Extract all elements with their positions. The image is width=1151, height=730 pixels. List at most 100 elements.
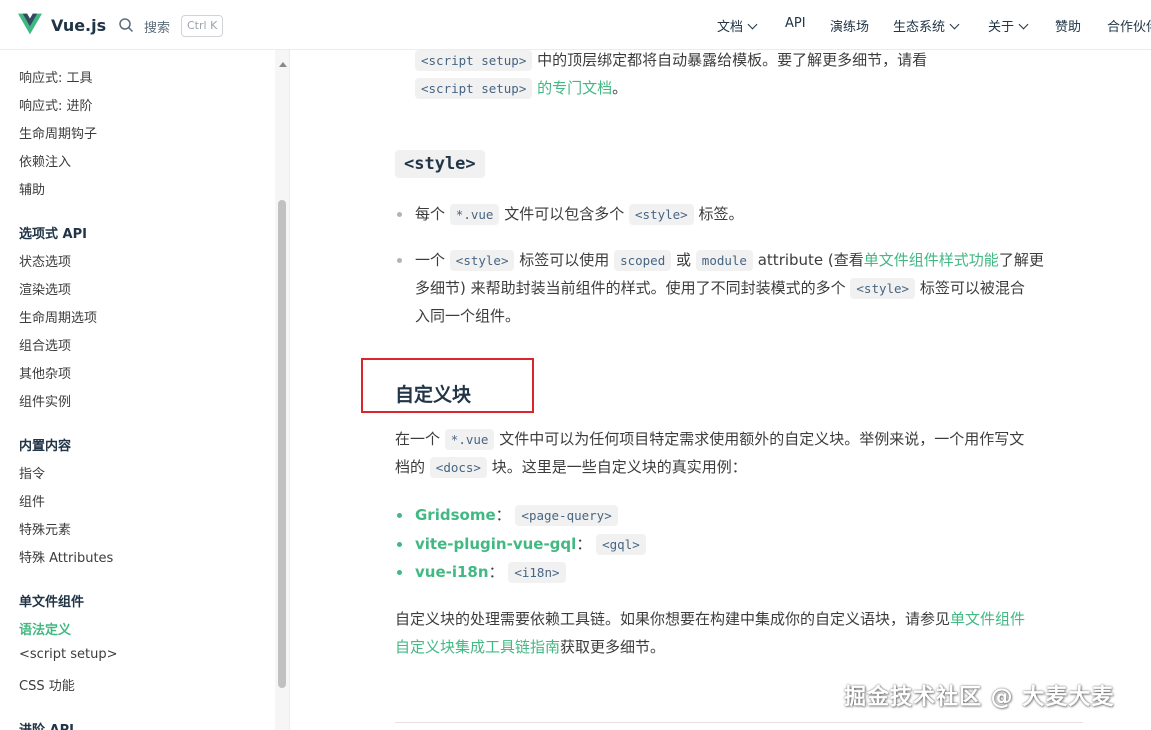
inline-code: <script setup>	[415, 50, 533, 71]
style-bullet-1: 每个 *.vue 文件可以包含多个 <style> 标签。	[415, 200, 744, 229]
top-nav: Vue.js 搜索 Ctrl K 文档 API 演练场 生态系统 关于 赞助 合…	[0, 0, 1151, 50]
divider	[395, 722, 1083, 723]
chevron-down-icon	[1018, 19, 1029, 30]
inline-code: scoped	[614, 250, 672, 271]
inline-code: <style>	[449, 250, 515, 271]
paragraph-text: 中的顶层绑定都将自动暴露给模板。要了解更多细节，请看	[537, 51, 928, 69]
toolchain-paragraph: 自定义块的处理需要依赖工具链。如果你想要在构建中集成你的自定义语块，请参见单文件…	[395, 605, 1025, 633]
sidebar-item-reactivity-advanced[interactable]: 响应式: 进阶	[19, 95, 93, 114]
custom-blocks-paragraph: 在一个 *.vue 文件中可以为任何项目特定需求使用额外的自定义块。举例来说，一…	[395, 425, 1024, 454]
bullet-dot	[397, 570, 402, 575]
sidebar-item-special-elements[interactable]: 特殊元素	[19, 519, 71, 538]
paragraph-text: 标签可以被混合	[919, 279, 1025, 297]
script-setup-paragraph-line2: <script setup> 的专门文档。	[415, 74, 627, 103]
custom-blocks-paragraph-line2: 档的 <docs> 块。这里是一些自定义块的真实用例：	[395, 453, 747, 482]
sidebar-item-script-setup[interactable]: <script setup>	[19, 647, 118, 662]
nav-partners[interactable]: 合作伙伴	[1107, 16, 1151, 35]
inline-code: <script setup>	[415, 78, 533, 99]
example-item-gridsome: Gridsome： <page-query>	[415, 501, 618, 530]
search-shortcut-badge: Ctrl K	[181, 15, 224, 37]
sidebar-item-dependency-injection[interactable]: 依赖注入	[19, 151, 71, 170]
paragraph-text: 块。这里是一些自定义块的真实用例：	[491, 458, 747, 476]
nav-sponsor[interactable]: 赞助	[1055, 16, 1081, 35]
paragraph-text: 标签可以使用	[519, 251, 610, 269]
example-link-vite-plugin-vue-gql[interactable]: vite-plugin-vue-gql	[415, 535, 576, 553]
inline-code: <docs>	[429, 457, 487, 478]
style-bullet-2-line3: 入同一个组件。	[415, 307, 521, 325]
paragraph-text: 文件可以包含多个	[504, 205, 625, 223]
paragraph-text: 标签。	[698, 205, 744, 223]
sidebar-item-options-state[interactable]: 状态选项	[19, 251, 71, 270]
sidebar-item-lifecycle-hooks[interactable]: 生命周期钩子	[19, 123, 97, 142]
sidebar-item-helpers[interactable]: 辅助	[19, 179, 45, 198]
sidebar-item-options-misc[interactable]: 其他杂项	[19, 363, 71, 382]
inline-code: *.vue	[444, 429, 495, 450]
sidebar-item-component-instance[interactable]: 组件实例	[19, 391, 71, 410]
sidebar-item-special-attributes[interactable]: 特殊 Attributes	[19, 547, 113, 566]
sidebar-item-reactivity-utilities[interactable]: 响应式: 工具	[19, 67, 93, 86]
scroll-up-arrow-icon[interactable]	[279, 62, 287, 67]
sidebar-item-options-composition[interactable]: 组合选项	[19, 335, 71, 354]
sidebar-item-options-rendering[interactable]: 渲染选项	[19, 279, 71, 298]
bullet-dot	[397, 513, 402, 518]
bullet-dot	[397, 212, 402, 217]
sidebar-item-components[interactable]: 组件	[19, 491, 45, 510]
nav-about[interactable]: 关于	[988, 16, 1029, 35]
nav-ecosystem-label: 生态系统	[893, 20, 946, 35]
style-section-heading: <style>	[395, 150, 485, 178]
nav-about-label: 关于	[988, 20, 1015, 35]
bullet-dot	[397, 542, 402, 547]
vue-logo-icon[interactable]	[18, 13, 42, 35]
nav-docs-label: 文档	[717, 20, 744, 35]
separator: ：	[495, 506, 511, 524]
bullet-dot	[397, 258, 402, 263]
sidebar: 响应式: 工具 响应式: 进阶 生命周期钩子 依赖注入 辅助 选项式 API 状…	[0, 50, 290, 730]
separator: ：	[488, 563, 504, 581]
sidebar-item-options-lifecycle[interactable]: 生命周期选项	[19, 307, 97, 326]
sidebar-scroll-thumb[interactable]	[278, 200, 286, 688]
paragraph-text: 每个	[415, 205, 446, 223]
paragraph-text: 或	[676, 251, 692, 269]
inline-code: <i18n>	[508, 562, 566, 583]
paragraph-text: 一个	[415, 251, 446, 269]
custom-blocks-heading: 自定义块	[395, 384, 472, 406]
sidebar-item-css-features[interactable]: CSS 功能	[19, 675, 75, 694]
paragraph-text: 多细节) 来帮助封装当前组件的样式。使用了不同封装模式的多个	[415, 279, 846, 297]
main-content: <script setup> 中的顶层绑定都将自动暴露给模板。要了解更多细节，请…	[291, 50, 1151, 730]
brand-title[interactable]: Vue.js	[51, 16, 106, 35]
style-bullet-2: 一个 <style> 标签可以使用 scoped 或 module attrib…	[415, 246, 1044, 275]
search-icon[interactable]	[118, 17, 134, 33]
inline-code: <gql>	[596, 534, 646, 555]
paragraph-text: 文件中可以为任何项目特定需求使用额外的自定义块。举例来说，一个用作写文	[499, 430, 1025, 448]
sidebar-section-sfc: 单文件组件	[19, 595, 85, 610]
sidebar-section-advanced-api: 进阶 API	[19, 719, 74, 730]
paragraph-text: 了解更	[998, 251, 1044, 269]
paragraph-text: 自定义块的处理需要依赖工具链。如果你想要在构建中集成你的自定义语块，请参见	[395, 610, 951, 628]
nav-docs[interactable]: 文档	[717, 16, 758, 35]
nav-api[interactable]: API	[785, 16, 806, 31]
example-item-vite-plugin-vue-gql: vite-plugin-vue-gql： <gql>	[415, 530, 646, 559]
paragraph-text: 在一个	[395, 430, 441, 448]
example-link-vue-i18n[interactable]: vue-i18n	[415, 563, 489, 581]
search-button[interactable]: 搜索	[144, 17, 170, 36]
inline-code: <page-query>	[515, 505, 618, 526]
chevron-down-icon	[747, 19, 758, 30]
paragraph-text: 。	[612, 79, 628, 97]
sfc-css-features-link[interactable]: 单文件组件样式功能	[864, 251, 999, 269]
inline-code: <style>	[629, 204, 694, 225]
inline-code: <style>	[850, 278, 916, 299]
sfc-custom-blocks-link-part2[interactable]: 自定义块集成工具链指南	[395, 638, 560, 656]
toolchain-paragraph-line2: 自定义块集成工具链指南获取更多细节。	[395, 633, 665, 661]
example-item-vue-i18n: vue-i18n： <i18n>	[415, 558, 566, 587]
script-setup-docs-link[interactable]: 的专门文档	[537, 79, 612, 97]
nav-playground[interactable]: 演练场	[830, 16, 869, 35]
paragraph-text: attribute (查看	[757, 251, 864, 269]
paragraph-text: 档的	[395, 458, 426, 476]
sidebar-item-syntax-spec[interactable]: 语法定义	[19, 619, 71, 638]
sfc-custom-blocks-link-part1[interactable]: 单文件组件	[950, 610, 1025, 628]
sidebar-section-options-api: 选项式 API	[19, 227, 87, 242]
nav-ecosystem[interactable]: 生态系统	[893, 16, 960, 35]
separator: ：	[576, 535, 592, 553]
example-link-gridsome[interactable]: Gridsome	[415, 506, 496, 524]
sidebar-item-directives[interactable]: 指令	[19, 463, 45, 482]
